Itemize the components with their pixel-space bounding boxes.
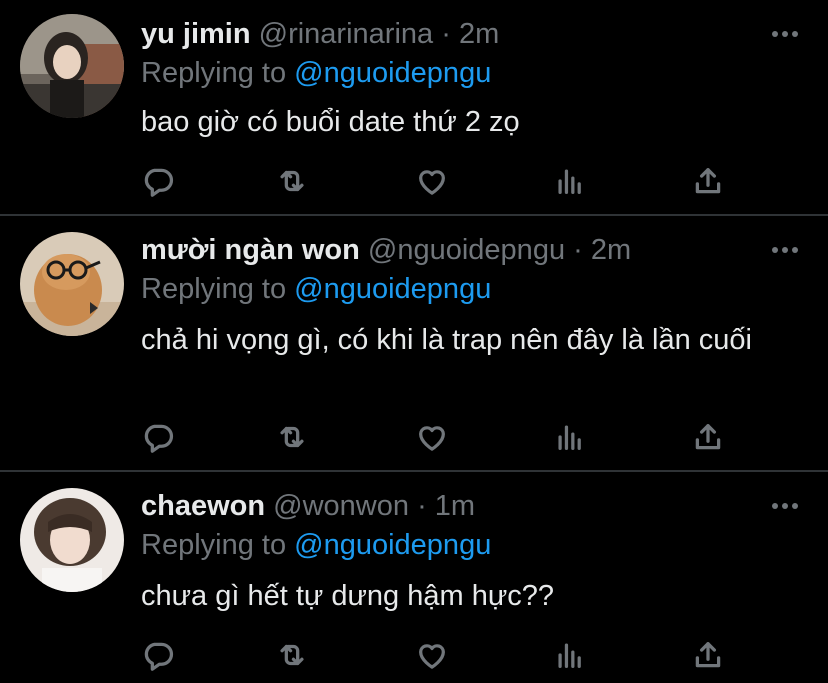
separator: · xyxy=(417,490,427,522)
share-icon xyxy=(695,168,721,194)
retweet-button[interactable] xyxy=(275,164,311,200)
stats-button[interactable] xyxy=(553,638,589,674)
reply-icon xyxy=(144,642,174,671)
replying-to: Replying to @nguoidepngu xyxy=(141,271,491,307)
replying-prefix: Replying to xyxy=(141,529,287,561)
stats-icon xyxy=(558,425,581,450)
handle[interactable]: @wonwon xyxy=(273,490,409,522)
avatar[interactable] xyxy=(20,488,124,592)
replying-prefix: Replying to xyxy=(141,57,287,89)
share-icon xyxy=(695,424,721,450)
display-name[interactable]: yu jimin xyxy=(141,18,251,50)
reply-icon xyxy=(144,424,174,453)
avatar[interactable] xyxy=(20,14,124,118)
tweet-text: bao giờ có buổi date thứ 2 zọ xyxy=(141,106,520,138)
more-icon[interactable] xyxy=(772,502,798,510)
separator: · xyxy=(573,234,583,266)
mention-link[interactable]: @nguoidepngu xyxy=(294,57,491,89)
share-button[interactable] xyxy=(691,164,727,200)
tweet-actions xyxy=(141,420,741,456)
timestamp[interactable]: 1m xyxy=(435,490,475,522)
replying-to: Replying to @nguoidepngu xyxy=(141,527,491,563)
stats-button[interactable] xyxy=(553,164,589,200)
separator: · xyxy=(441,18,451,50)
like-button[interactable] xyxy=(415,164,451,200)
timestamp[interactable]: 2m xyxy=(459,18,499,50)
like-icon xyxy=(419,426,445,451)
reply-button[interactable] xyxy=(141,164,177,200)
timestamp[interactable]: 2m xyxy=(591,234,631,266)
retweet-button[interactable] xyxy=(275,420,311,456)
like-button[interactable] xyxy=(415,420,451,456)
tweet-actions xyxy=(141,638,741,674)
mention-link[interactable]: @nguoidepngu xyxy=(294,529,491,561)
more-icon[interactable] xyxy=(772,246,798,254)
stats-icon xyxy=(558,643,581,668)
tweet[interactable]: yu jimin @rinarinarina · 2m Replying to … xyxy=(0,0,828,214)
stats-icon xyxy=(558,169,581,194)
replying-prefix: Replying to xyxy=(141,273,287,305)
avatar[interactable] xyxy=(20,232,124,336)
tweet-actions xyxy=(141,164,741,200)
tweet-header: yu jimin @rinarinarina · 2m xyxy=(141,16,499,56)
like-button[interactable] xyxy=(415,638,451,674)
reply-button[interactable] xyxy=(141,638,177,674)
tweet[interactable]: mười ngàn won @nguoidepngu · 2m Replying… xyxy=(0,216,828,470)
stats-button[interactable] xyxy=(553,420,589,456)
tweet-text: chưa gì hết tự dưng hậm hực?? xyxy=(141,580,554,612)
tweet-header: mười ngàn won @nguoidepngu · 2m xyxy=(141,232,631,272)
tweet-header: chaewon @wonwon · 1m xyxy=(141,488,475,528)
tweet[interactable]: chaewon @wonwon · 1m Replying to @nguoid… xyxy=(0,472,828,683)
retweet-icon xyxy=(280,644,304,666)
share-button[interactable] xyxy=(691,420,727,456)
like-icon xyxy=(419,170,445,195)
mention-link[interactable]: @nguoidepngu xyxy=(294,273,491,305)
tweet-text: chả hi vọng gì, có khi là trap nên đây l… xyxy=(141,324,752,356)
retweet-icon xyxy=(280,426,304,448)
replying-to: Replying to @nguoidepngu xyxy=(141,55,491,91)
handle[interactable]: @rinarinarina xyxy=(259,18,434,50)
retweet-button[interactable] xyxy=(275,638,311,674)
retweet-icon xyxy=(280,170,304,192)
display-name[interactable]: chaewon xyxy=(141,490,265,522)
handle[interactable]: @nguoidepngu xyxy=(368,234,565,266)
share-icon xyxy=(695,642,721,668)
display-name[interactable]: mười ngàn won xyxy=(141,234,360,266)
like-icon xyxy=(419,644,445,669)
reply-feed: yu jimin @rinarinarina · 2m Replying to … xyxy=(0,0,828,683)
more-icon[interactable] xyxy=(772,30,798,38)
share-button[interactable] xyxy=(691,638,727,674)
reply-icon xyxy=(144,168,174,197)
reply-button[interactable] xyxy=(141,420,177,456)
